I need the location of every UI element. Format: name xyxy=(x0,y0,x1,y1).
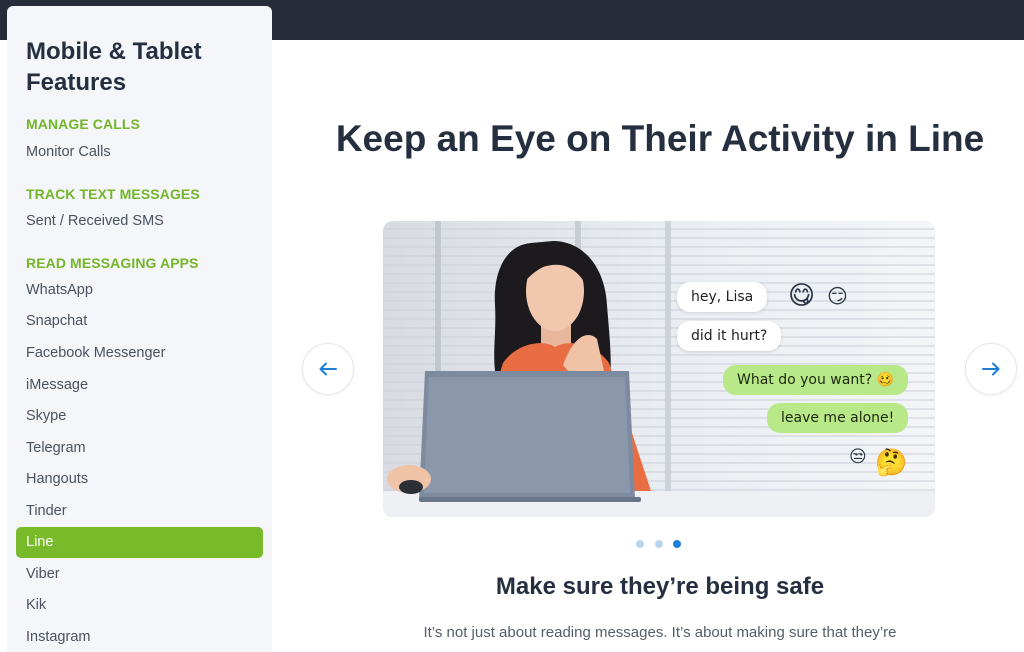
carousel-dot-1[interactable] xyxy=(636,540,644,548)
sidebar-item-hangouts[interactable]: Hangouts xyxy=(26,471,88,487)
sidebar-item-whatsapp[interactable]: WhatsApp xyxy=(26,282,93,298)
arrow-left-icon xyxy=(319,362,337,376)
sidebar-item-sent-received-sms[interactable]: Sent / Received SMS xyxy=(26,213,164,229)
sidebar-item-instagram[interactable]: Instagram xyxy=(26,629,90,645)
page-title: Keep an Eye on Their Activity in Line xyxy=(335,118,985,159)
carousel-slide-image: hey, Lisa did it hurt? What do you want?… xyxy=(383,221,935,517)
chat-bubble-outgoing: leave me alone! xyxy=(767,403,909,433)
chat-bubble-incoming: did it hurt? xyxy=(677,321,782,351)
sidebar-item-facebook-messenger[interactable]: Facebook Messenger xyxy=(26,345,165,361)
section-body-text: It’s not just about reading messages. It… xyxy=(423,624,897,641)
carousel-prev-button[interactable] xyxy=(302,343,354,395)
sidebar-item-snapchat[interactable]: Snapchat xyxy=(26,313,87,329)
sidebar-item-telegram[interactable]: Telegram xyxy=(26,440,86,456)
sidebar-item-skype[interactable]: Skype xyxy=(26,408,66,424)
section-subtitle: Make sure they’re being safe xyxy=(495,573,825,600)
carousel-dot-3[interactable] xyxy=(673,540,681,548)
carousel-dot-2[interactable] xyxy=(655,540,663,548)
sidebar-item-tinder[interactable]: Tinder xyxy=(26,503,67,519)
section-heading-read-messaging-apps: READ MESSAGING APPS xyxy=(26,255,199,271)
thinking-emoji-icon: 🤔 xyxy=(875,447,908,477)
yum-emoji-icon: 😋 xyxy=(788,280,816,310)
section-heading-track-text-messages: TRACK TEXT MESSAGES xyxy=(26,186,200,202)
section-heading-manage-calls: MANAGE CALLS xyxy=(26,116,140,132)
sidebar-item-viber[interactable]: Viber xyxy=(26,566,60,582)
smirk-emoji-icon: 😏 xyxy=(827,286,848,308)
carousel-next-button[interactable] xyxy=(965,343,1017,395)
sidebar-title: Mobile & Tablet Features xyxy=(26,38,202,96)
arrow-right-icon xyxy=(982,362,1000,376)
sidebar-item-line[interactable]: Line xyxy=(16,527,263,558)
features-sidebar: Mobile & Tablet Features MANAGE CALLS Mo… xyxy=(7,6,272,652)
unamused-emoji-icon: 😒 xyxy=(849,447,867,466)
sidebar-item-kik[interactable]: Kik xyxy=(26,597,46,613)
sidebar-item-monitor-calls[interactable]: Monitor Calls xyxy=(26,144,111,160)
chat-bubble-incoming: hey, Lisa xyxy=(677,282,768,312)
chat-bubble-outgoing: What do you want? 🥴 xyxy=(723,365,909,395)
sidebar-item-imessage[interactable]: iMessage xyxy=(26,377,88,393)
